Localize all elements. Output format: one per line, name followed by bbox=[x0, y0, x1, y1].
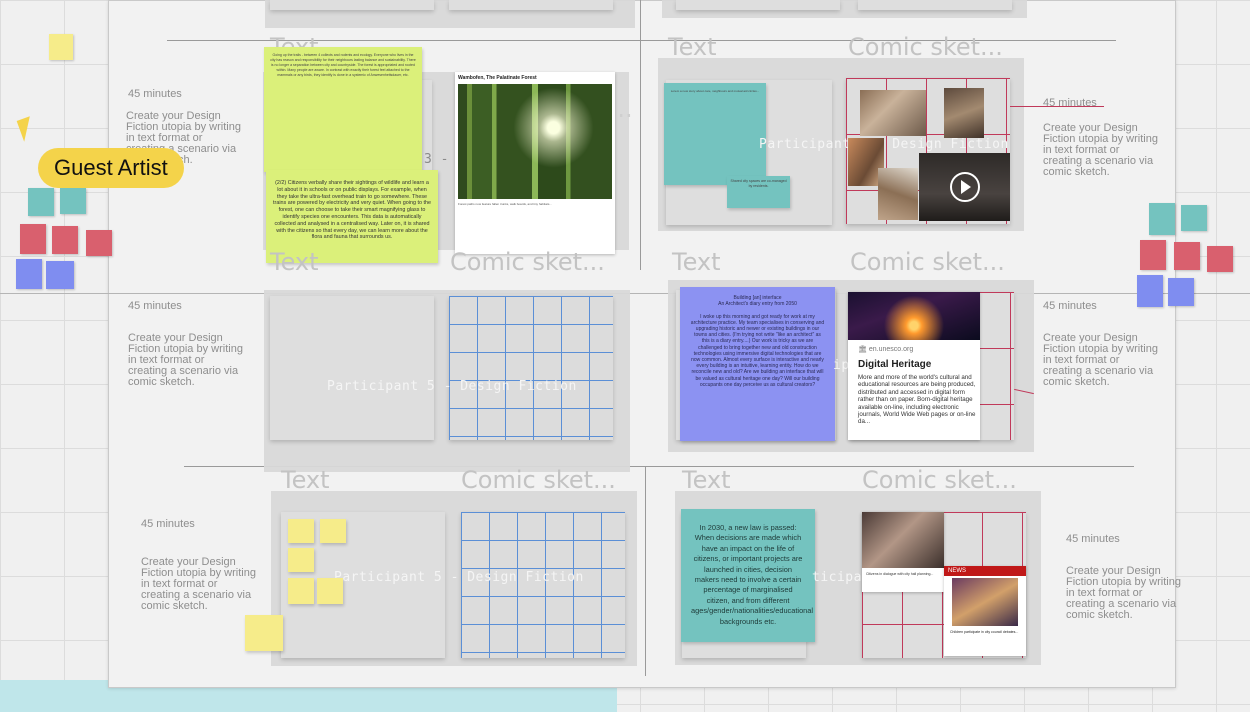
sticky-note[interactable] bbox=[46, 261, 74, 289]
duration-label: 45 minutes bbox=[128, 300, 182, 312]
sticky-note[interactable] bbox=[1181, 205, 1207, 231]
sticky-note[interactable] bbox=[320, 519, 346, 543]
column-divider bbox=[645, 466, 646, 676]
play-icon[interactable] bbox=[950, 172, 980, 202]
text-column-label: Text bbox=[668, 33, 717, 61]
article-title: Wambofen, The Palatinate Forest bbox=[458, 75, 537, 81]
museum-icon: 🏛 bbox=[858, 346, 867, 353]
sticky-note[interactable]: Shared city spaces are co-managed by res… bbox=[727, 176, 790, 208]
text-column-label: Text bbox=[281, 466, 330, 494]
text-panel[interactable] bbox=[270, 296, 434, 440]
sticky-note[interactable] bbox=[288, 519, 314, 543]
participant-label: ticipa bbox=[812, 570, 862, 585]
sticky-note[interactable] bbox=[1174, 242, 1200, 270]
sticky-note[interactable] bbox=[1137, 275, 1163, 307]
sticky-note[interactable] bbox=[288, 548, 314, 572]
duration-label: 45 minutes bbox=[128, 88, 182, 100]
sticky-note[interactable] bbox=[317, 578, 343, 604]
instructions-text: Create your Design Fiction utopia by wri… bbox=[1066, 565, 1181, 621]
duration-label: 45 minutes bbox=[1066, 533, 1120, 545]
participant-label: Participant 5 - Design Fiction bbox=[327, 379, 577, 394]
cat-photo bbox=[860, 90, 926, 136]
participant-label: 3 - bbox=[424, 152, 449, 167]
sticky-note[interactable] bbox=[288, 578, 314, 604]
news-header: NEWS bbox=[944, 566, 1026, 576]
participant-label: Participant 5 - Design Fiction bbox=[334, 570, 584, 585]
forest-photo bbox=[458, 84, 612, 199]
comic-panel[interactable] bbox=[449, 296, 613, 440]
video-caption: Citizens in dialogue with city hall plan… bbox=[866, 572, 934, 576]
sticky-note[interactable] bbox=[49, 34, 73, 60]
cat-photo bbox=[878, 168, 918, 220]
sticky-note[interactable]: Going up the trails - between 4 collects… bbox=[264, 47, 422, 172]
sticky-note[interactable] bbox=[86, 230, 112, 256]
sticky-note[interactable] bbox=[16, 259, 42, 289]
duration-label: 45 minutes bbox=[141, 518, 195, 530]
sticky-note[interactable] bbox=[1140, 240, 1166, 270]
video-thumbnail[interactable] bbox=[919, 153, 1010, 221]
link-card[interactable]: 🏛 en.unesco.org Digital Heritage More an… bbox=[848, 292, 980, 440]
comic-panel[interactable] bbox=[461, 512, 625, 658]
card-title: Digital Heritage bbox=[858, 359, 932, 370]
text-column-label: Text bbox=[672, 248, 721, 276]
comic-column-label: Comic sket... bbox=[862, 466, 1017, 494]
sticky-note[interactable]: Building [an] interface An Architect's d… bbox=[680, 287, 835, 441]
card-body: More and more of the world's cultural an… bbox=[858, 374, 976, 426]
video-thumbnail bbox=[862, 512, 944, 568]
sticky-note[interactable]: Lorem a new story about care, neighbours… bbox=[664, 83, 766, 185]
text-panel[interactable] bbox=[270, 0, 434, 10]
duration-label: 45 minutes bbox=[1043, 300, 1097, 312]
sticky-note[interactable] bbox=[20, 224, 46, 254]
text-panel[interactable] bbox=[676, 0, 840, 10]
comic-column-label: Comic sket... bbox=[850, 248, 1005, 276]
instructions-text: Create your Design Fiction utopia by wri… bbox=[128, 332, 243, 388]
column-divider bbox=[640, 0, 641, 270]
sticky-note[interactable] bbox=[1207, 246, 1233, 272]
comic-column-label: Comic sket... bbox=[848, 33, 1003, 61]
sticky-note[interactable] bbox=[52, 226, 78, 254]
article-body: Forest paths now feature fallen trunks, … bbox=[458, 202, 552, 206]
comic-panel[interactable] bbox=[858, 0, 1012, 10]
heritage-image bbox=[848, 292, 980, 340]
news-image bbox=[952, 578, 1018, 626]
sticky-note[interactable] bbox=[1149, 203, 1175, 235]
sticky-note[interactable] bbox=[1168, 278, 1194, 306]
instructions-text: Create your Design Fiction utopia by wri… bbox=[141, 556, 256, 612]
sticky-note[interactable]: In 2030, a new law is passed: When decis… bbox=[681, 509, 815, 642]
instructions-text: Create your Design Fiction utopia by wri… bbox=[1043, 332, 1158, 388]
news-card[interactable]: NEWS Children participate in city counci… bbox=[944, 566, 1026, 656]
video-card[interactable]: Citizens in dialogue with city hall plan… bbox=[862, 512, 944, 592]
text-column-label: Text bbox=[682, 466, 731, 494]
guest-artist-cursor-label: Guest Artist bbox=[38, 148, 184, 188]
instructions-text: Create your Design Fiction utopia by wri… bbox=[1043, 122, 1158, 178]
news-caption: Children participate in city council deb… bbox=[950, 630, 1019, 634]
comic-panel[interactable] bbox=[449, 0, 613, 10]
cat-photo bbox=[944, 88, 984, 138]
duration-label: 45 minutes bbox=[1043, 97, 1097, 109]
source-domain: 🏛 en.unesco.org bbox=[858, 346, 914, 353]
sticky-note[interactable] bbox=[245, 615, 283, 651]
article-card[interactable]: Wambofen, The Palatinate Forest Forest p… bbox=[455, 72, 615, 254]
text-column-label: Text bbox=[270, 248, 319, 276]
comic-column-label: Comic sket... bbox=[461, 466, 616, 494]
comic-column-label: Comic sket... bbox=[450, 248, 605, 276]
sticky-note[interactable] bbox=[28, 188, 54, 216]
sticky-note[interactable] bbox=[60, 188, 86, 214]
